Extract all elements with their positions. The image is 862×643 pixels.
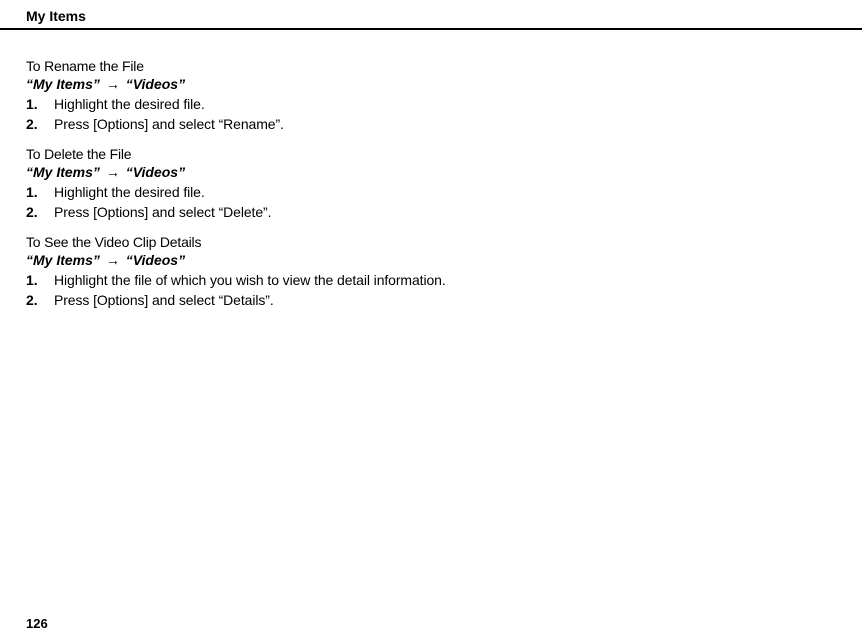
section-title: To Delete the File	[26, 146, 836, 162]
step: 2. Press [Options] and select “Details”.	[26, 292, 836, 308]
nav-path-part2: “Videos”	[126, 252, 185, 268]
step-number: 1.	[26, 184, 54, 200]
step-text: Highlight the desired file.	[54, 184, 205, 200]
step: 1. Highlight the file of which you wish …	[26, 272, 836, 288]
step-number: 1.	[26, 272, 54, 288]
nav-path-part2: “Videos”	[126, 76, 185, 92]
section-title: To See the Video Clip Details	[26, 234, 836, 250]
nav-path-part1: “My Items”	[26, 252, 100, 268]
nav-path: “My Items” → “Videos”	[26, 252, 836, 268]
nav-path: “My Items” → “Videos”	[26, 76, 836, 92]
step-text: Highlight the file of which you wish to …	[54, 272, 446, 288]
step: 2. Press [Options] and select “Delete”.	[26, 204, 836, 220]
step: 1. Highlight the desired file.	[26, 96, 836, 112]
step-text: Press [Options] and select “Delete”.	[54, 204, 271, 220]
arrow-icon: →	[106, 252, 120, 268]
section-delete: To Delete the File “My Items” → “Videos”…	[26, 146, 836, 220]
nav-path-part2: “Videos”	[126, 164, 185, 180]
step-number: 2.	[26, 204, 54, 220]
arrow-icon: →	[106, 164, 120, 180]
section-title: To Rename the File	[26, 58, 836, 74]
step-text: Press [Options] and select “Rename”.	[54, 116, 284, 132]
step-text: Press [Options] and select “Details”.	[54, 292, 274, 308]
page-number: 126	[26, 616, 48, 631]
nav-path-part1: “My Items”	[26, 76, 100, 92]
nav-path-part1: “My Items”	[26, 164, 100, 180]
arrow-icon: →	[106, 76, 120, 92]
step: 1. Highlight the desired file.	[26, 184, 836, 200]
step: 2. Press [Options] and select “Rename”.	[26, 116, 836, 132]
section-details: To See the Video Clip Details “My Items”…	[26, 234, 836, 308]
nav-path: “My Items” → “Videos”	[26, 164, 836, 180]
page-header: My Items	[0, 0, 862, 30]
step-text: Highlight the desired file.	[54, 96, 205, 112]
step-number: 2.	[26, 116, 54, 132]
section-rename: To Rename the File “My Items” → “Videos”…	[26, 58, 836, 132]
step-number: 1.	[26, 96, 54, 112]
content-area: To Rename the File “My Items” → “Videos”…	[0, 58, 862, 308]
page-header-title: My Items	[26, 8, 836, 24]
step-number: 2.	[26, 292, 54, 308]
